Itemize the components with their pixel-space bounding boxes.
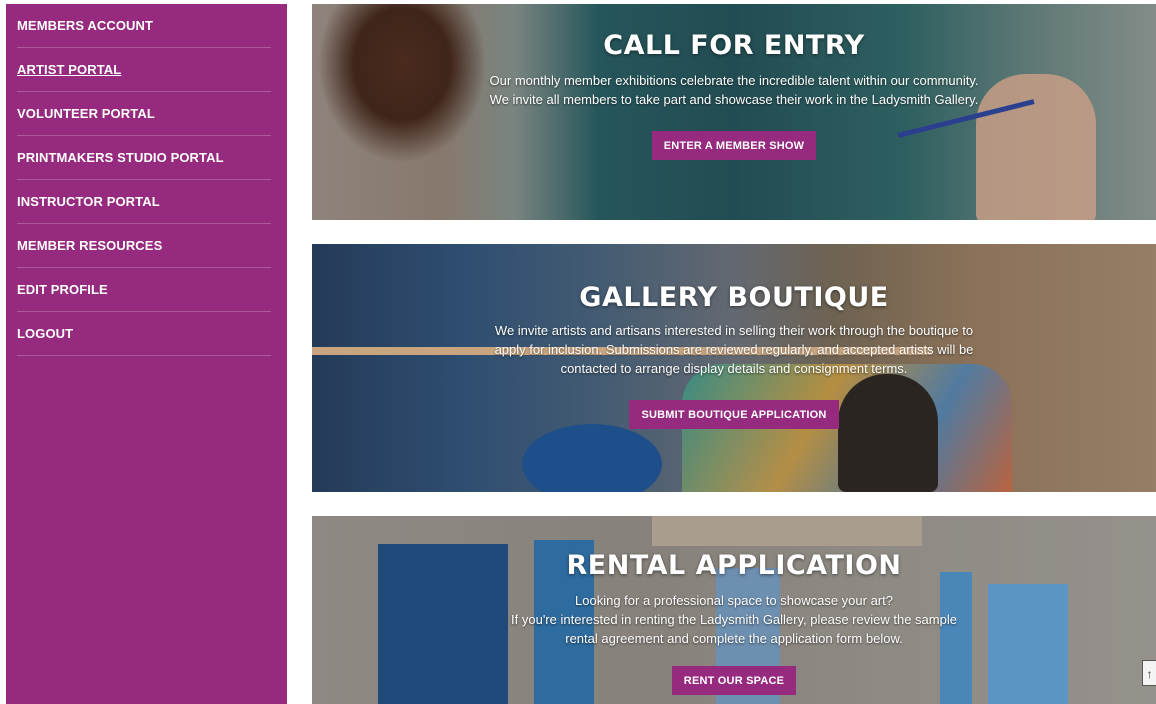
rental-text-line-1: Looking for a professional space to show… <box>575 593 893 608</box>
sidebar-item-members-account: MEMBERS ACCOUNT <box>17 4 271 48</box>
enter-member-show-button[interactable]: ENTER A MEMBER SHOW <box>651 131 817 160</box>
rental-text-line-2: If you're interested in renting the Lady… <box>511 612 957 646</box>
member-resources-link[interactable]: MEMBER RESOURCES <box>17 238 162 253</box>
call-for-entry-panel: CALL FOR ENTRY Our monthly member exhibi… <box>312 4 1156 220</box>
rental-application-content: RENTAL APPLICATION Looking for a profess… <box>312 516 1156 695</box>
sidebar-item-edit-profile: EDIT PROFILE <box>17 268 271 312</box>
instructor-portal-link[interactable]: INSTRUCTOR PORTAL <box>17 194 160 209</box>
gallery-boutique-text: We invite artists and artisans intereste… <box>494 323 974 376</box>
gallery-boutique-content: GALLERY BOUTIQUE We invite artists and a… <box>312 244 1156 429</box>
sidebar-item-member-resources: MEMBER RESOURCES <box>17 224 271 268</box>
page: MEMBERS ACCOUNT ARTIST PORTAL VOLUNTEER … <box>0 0 1156 704</box>
sidebar-nav: MEMBERS ACCOUNT ARTIST PORTAL VOLUNTEER … <box>6 4 287 704</box>
members-account-link[interactable]: MEMBERS ACCOUNT <box>17 18 153 33</box>
sidebar-item-volunteer-portal: VOLUNTEER PORTAL <box>17 92 271 136</box>
gallery-boutique-title: GALLERY BOUTIQUE <box>579 282 889 313</box>
submit-boutique-application-button[interactable]: SUBMIT BOUTIQUE APPLICATION <box>629 400 839 429</box>
nav-list: MEMBERS ACCOUNT ARTIST PORTAL VOLUNTEER … <box>6 4 287 356</box>
logout-link[interactable]: LOGOUT <box>17 326 73 341</box>
call-for-entry-text: Our monthly member exhibitions celebrate… <box>489 73 979 107</box>
rental-application-panel: RENTAL APPLICATION Looking for a profess… <box>312 516 1156 704</box>
sidebar-item-artist-portal: ARTIST PORTAL <box>17 48 271 92</box>
artist-portal-link[interactable]: ARTIST PORTAL <box>17 62 121 77</box>
volunteer-portal-link[interactable]: VOLUNTEER PORTAL <box>17 106 155 121</box>
edit-profile-link[interactable]: EDIT PROFILE <box>17 282 108 297</box>
rental-application-title: RENTAL APPLICATION <box>566 550 902 581</box>
sidebar-item-printmakers-studio-portal: PRINTMAKERS STUDIO PORTAL <box>17 136 271 180</box>
sidebar-item-logout: LOGOUT <box>17 312 271 356</box>
chevron-up-icon[interactable]: ↑ <box>1142 660 1156 686</box>
rent-our-space-button[interactable]: RENT OUR SPACE <box>671 666 797 695</box>
call-for-entry-content: CALL FOR ENTRY Our monthly member exhibi… <box>312 4 1156 160</box>
sidebar-item-instructor-portal: INSTRUCTOR PORTAL <box>17 180 271 224</box>
rental-application-text: Looking for a professional space to show… <box>499 591 969 648</box>
printmakers-studio-portal-link[interactable]: PRINTMAKERS STUDIO PORTAL <box>17 150 224 165</box>
gallery-boutique-panel: GALLERY BOUTIQUE We invite artists and a… <box>312 244 1156 492</box>
call-for-entry-title: CALL FOR ENTRY <box>603 30 865 61</box>
